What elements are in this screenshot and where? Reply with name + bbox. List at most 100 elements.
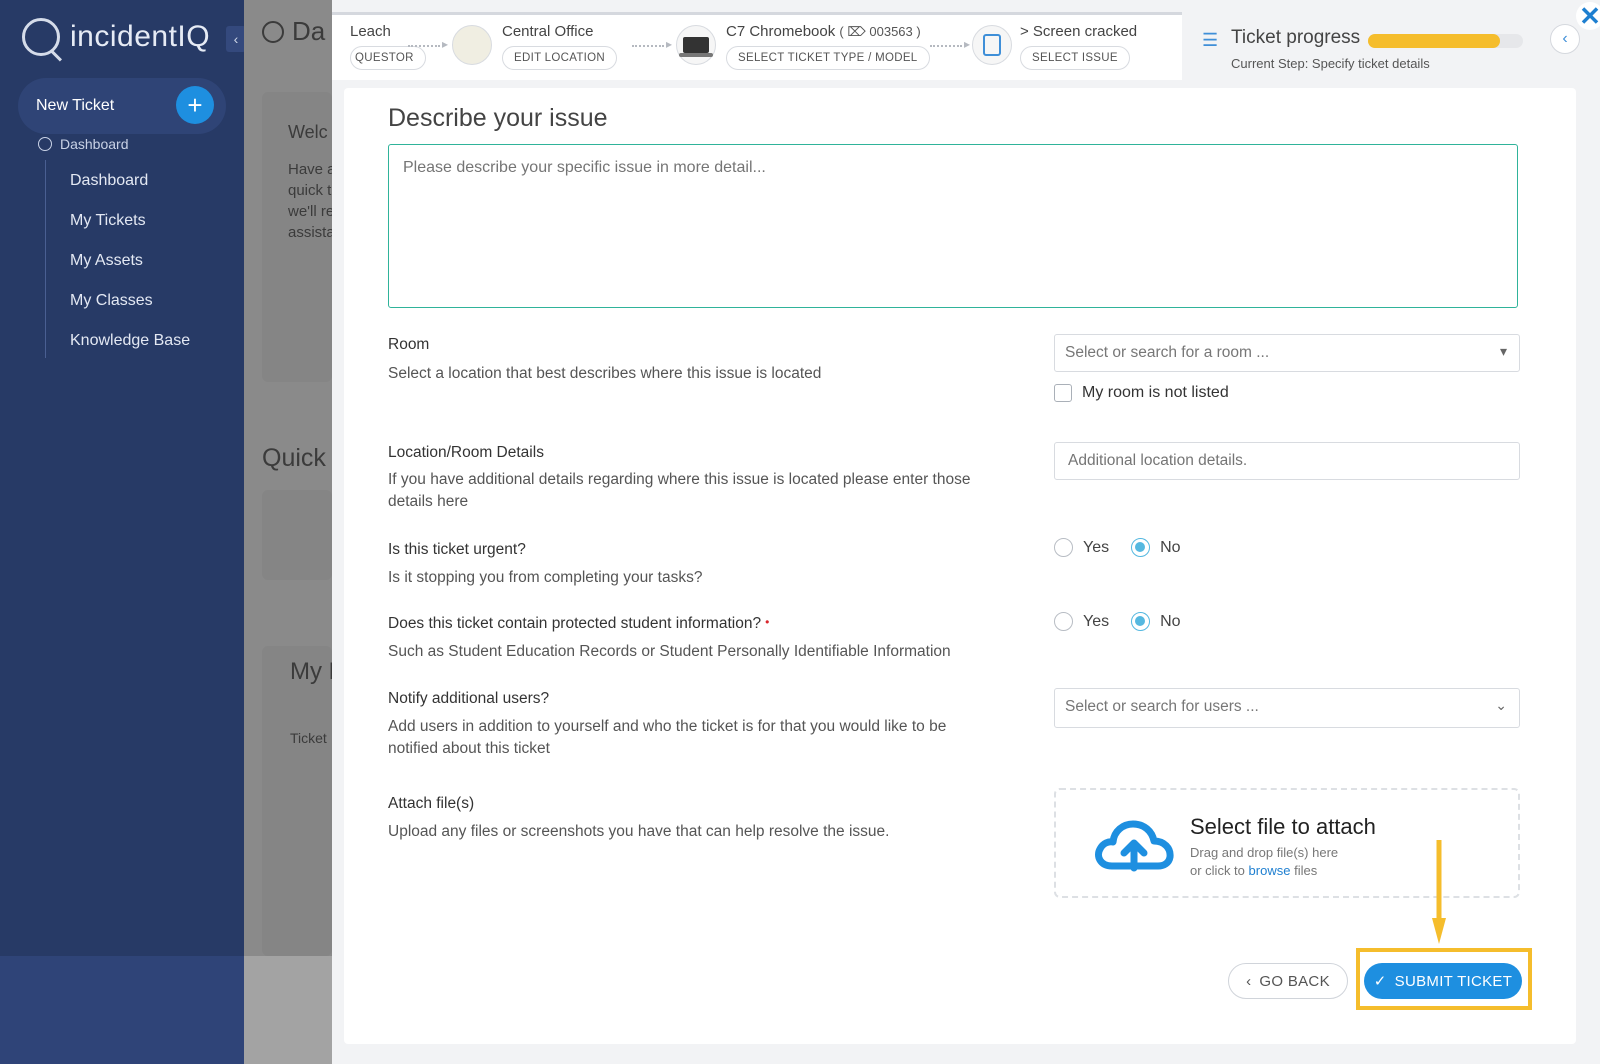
- protected-info-label-text: Does this ticket contain protected stude…: [388, 615, 762, 632]
- logo-text: incidentIQ: [70, 20, 211, 53]
- protected-no-radio[interactable]: [1131, 612, 1151, 631]
- submit-ticket-button[interactable]: ✓ SUBMIT TICKET: [1364, 963, 1522, 999]
- nav-divider: [45, 160, 46, 358]
- progress-fill: [1368, 34, 1500, 48]
- nav-section-label: Dashboard: [60, 136, 129, 152]
- dropzone-line2: or click to browse files: [1190, 862, 1338, 880]
- room-not-listed-checkbox[interactable]: [1054, 384, 1072, 402]
- close-icon[interactable]: ✕: [1576, 1, 1600, 31]
- dropzone-line2-suffix: files: [1294, 863, 1318, 878]
- location-details-input[interactable]: [1054, 442, 1520, 480]
- select-ticket-type-button[interactable]: SELECT TICKET TYPE / MODEL: [726, 46, 930, 70]
- notify-users-select[interactable]: Select or search for users ... ⌄: [1054, 688, 1520, 728]
- room-not-listed-row[interactable]: My room is not listed: [1054, 384, 1229, 402]
- new-ticket-button[interactable]: New Ticket +: [18, 78, 226, 134]
- sidebar-collapse-button[interactable]: ‹: [226, 26, 246, 52]
- welcome-title: Welc: [288, 122, 328, 142]
- location-details-label: Location/Room Details: [388, 444, 544, 461]
- ticket-steps-breadcrumb: Leach QUESTOR Central Office EDIT LOCATI…: [332, 12, 1182, 80]
- sidebar-item-my-assets[interactable]: My Assets: [70, 248, 190, 288]
- required-indicator: •: [765, 615, 770, 629]
- tag-icon: ⌦: [847, 24, 866, 39]
- urgent-yes-label: Yes: [1083, 538, 1110, 556]
- welcome-line: Have a: [288, 161, 336, 178]
- notify-users-label: Notify additional users?: [388, 690, 550, 707]
- current-step-text: Current Step: Specify ticket details: [1231, 56, 1430, 71]
- protected-info-label: Does this ticket contain protected stude…: [388, 615, 769, 633]
- issue-thumbnail: [972, 25, 1012, 65]
- chevron-left-icon: ‹: [1246, 972, 1252, 990]
- asset-tag: ( ⌦ 003563 ): [839, 24, 920, 39]
- nav-list: Dashboard My Tickets My Assets My Classe…: [70, 168, 190, 368]
- notify-users-help: Add users in addition to yourself and wh…: [388, 718, 947, 757]
- urgent-no-radio[interactable]: [1131, 538, 1151, 557]
- sidebar-item-my-tickets[interactable]: My Tickets: [70, 208, 190, 248]
- ticket-details-form: Describe your issue Room Select a locati…: [344, 88, 1576, 1044]
- step-arrow-icon: [408, 37, 448, 51]
- new-ticket-label: New Ticket: [36, 97, 115, 114]
- urgent-help: Is it stopping you from completing your …: [388, 569, 703, 586]
- issue-description-textarea[interactable]: [388, 144, 1518, 308]
- step-arrow-icon: [930, 37, 970, 51]
- callout-arrow-icon: [1432, 840, 1446, 944]
- protected-yes-radio[interactable]: [1054, 612, 1073, 631]
- plus-icon[interactable]: +: [176, 86, 214, 124]
- dropzone-line1: Drag and drop file(s) here: [1190, 845, 1339, 860]
- urgent-yes-radio[interactable]: [1054, 538, 1073, 557]
- room-label: Room: [388, 336, 430, 353]
- browse-link[interactable]: browse: [1249, 863, 1291, 878]
- step-location-name: Central Office: [502, 23, 594, 40]
- asset-tag-open: (: [839, 24, 844, 39]
- caret-down-icon: ▾: [1499, 343, 1507, 359]
- sidebar-item-dashboard[interactable]: Dashboard: [70, 168, 190, 208]
- device-thumbnail: [676, 25, 716, 65]
- step-device[interactable]: C7 Chromebook ( ⌦ 003563 ) SELECT TICKET…: [726, 23, 930, 70]
- my-tickets-card: [262, 646, 332, 956]
- laptop-icon: [679, 37, 713, 57]
- attach-files-help: Upload any files or screenshots you have…: [388, 823, 890, 840]
- step-arrow-icon: [632, 37, 672, 51]
- step-issue[interactable]: > Screen cracked SELECT ISSUE: [1020, 23, 1137, 70]
- dashboard-icon: [38, 137, 52, 151]
- asset-tag-number: 003563: [869, 24, 913, 39]
- room-select-placeholder: Select or search for a room ...: [1065, 344, 1270, 361]
- welcome-line: quick t: [288, 182, 332, 199]
- ticket-column-header: Ticket: [290, 730, 327, 746]
- location-thumbnail: [452, 25, 492, 65]
- step-requestor-name: Leach: [350, 23, 391, 40]
- asset-tag-close: ): [916, 24, 921, 39]
- protected-yes-label: Yes: [1083, 612, 1110, 630]
- chevron-left-icon[interactable]: ‹: [1550, 24, 1580, 54]
- nav-section-dashboard[interactable]: Dashboard: [38, 136, 129, 152]
- step-requestor-pill[interactable]: QUESTOR: [350, 46, 426, 70]
- logo[interactable]: incidentIQ: [22, 18, 210, 56]
- attach-files-label: Attach file(s): [388, 795, 475, 812]
- gauge-icon: [262, 20, 284, 43]
- protected-no-label: No: [1160, 612, 1181, 630]
- location-details-help: If you have additional details regarding…: [388, 471, 971, 510]
- go-back-button[interactable]: ‹ GO BACK: [1228, 963, 1348, 999]
- go-back-label: GO BACK: [1259, 972, 1330, 990]
- urgent-no-label: No: [1160, 538, 1181, 556]
- sidebar-footer: [0, 956, 244, 1064]
- dashboard-footer: [244, 956, 334, 1064]
- cloud-upload-icon: [1095, 820, 1174, 872]
- file-dropzone[interactable]: Select file to attach Drag and drop file…: [1054, 788, 1520, 898]
- page-title: Da: [292, 16, 326, 46]
- progress-title: Ticket progress: [1231, 27, 1361, 48]
- edit-location-button[interactable]: EDIT LOCATION: [502, 46, 618, 70]
- sidebar-item-knowledge-base[interactable]: Knowledge Base: [70, 328, 190, 368]
- progress-bar: [1368, 34, 1523, 48]
- welcome-line: assista: [288, 224, 335, 241]
- sidebar-item-my-classes[interactable]: My Classes: [70, 288, 190, 328]
- step-location[interactable]: Central Office EDIT LOCATION: [502, 23, 618, 70]
- dropzone-line2-prefix: or click to: [1190, 863, 1245, 878]
- room-help: Select a location that best describes wh…: [388, 365, 822, 382]
- welcome-line: we'll re: [288, 203, 335, 220]
- select-issue-button[interactable]: SELECT ISSUE: [1020, 46, 1130, 70]
- chevron-down-icon: ⌄: [1495, 697, 1507, 713]
- protected-info-radio-group: Yes No: [1054, 612, 1193, 631]
- sidebar: incidentIQ New Ticket + Dashboard Dashbo…: [0, 0, 244, 956]
- urgent-label: Is this ticket urgent?: [388, 541, 526, 558]
- room-select[interactable]: Select or search for a room ... ▾: [1054, 334, 1520, 372]
